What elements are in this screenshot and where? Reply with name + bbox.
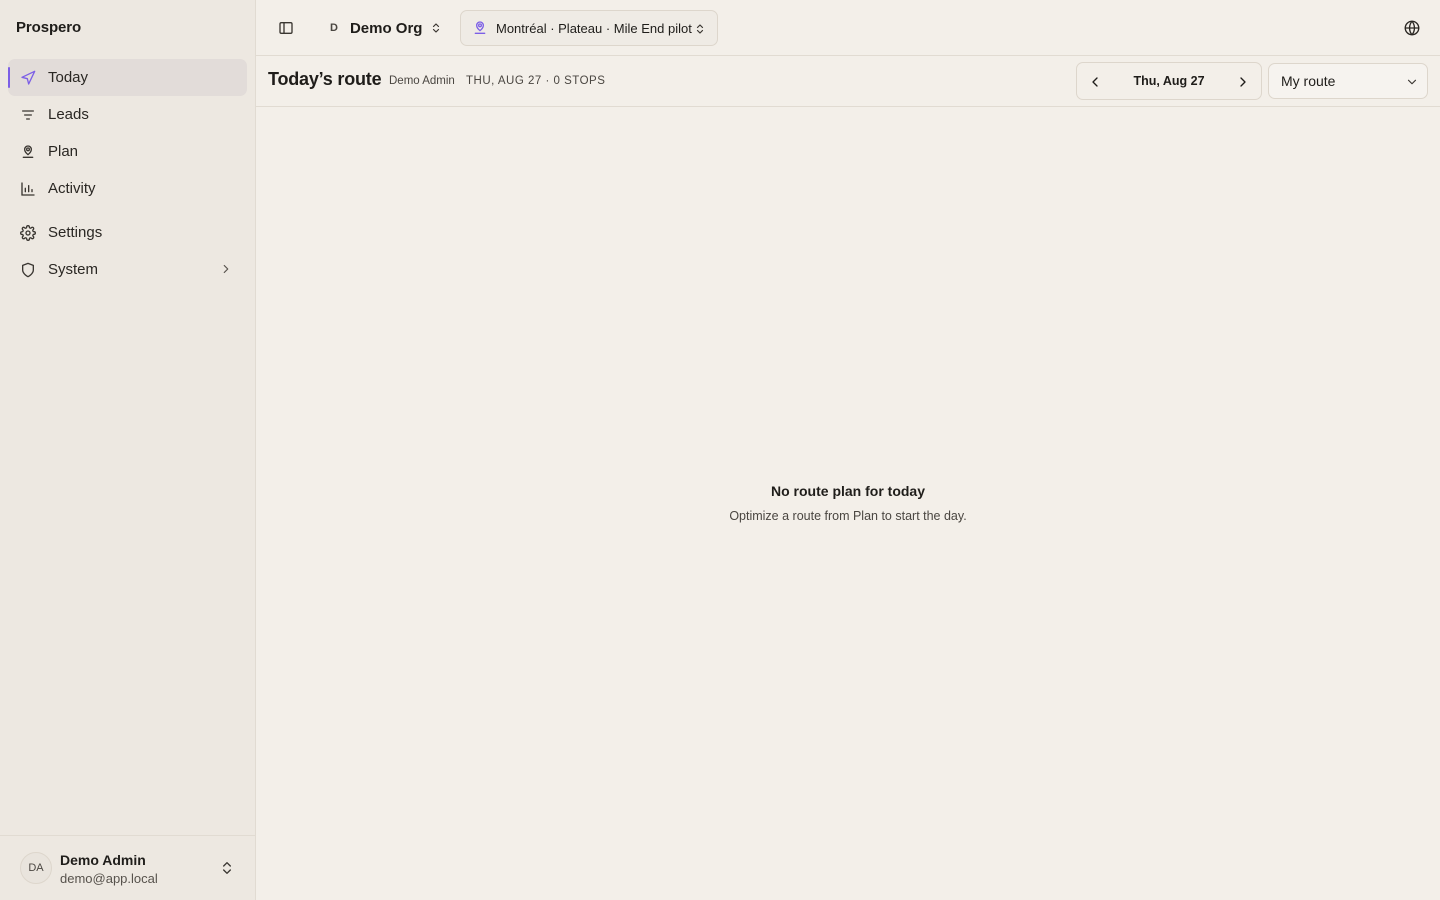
map-pin-user-icon	[20, 144, 36, 160]
sidebar-item-label: Activity	[48, 180, 96, 197]
current-date[interactable]: Thu, Aug 27	[1077, 74, 1261, 88]
app-brand: Prospero	[16, 19, 82, 36]
empty-state-subtitle: Optimize a route from Plan to start the …	[729, 509, 967, 523]
route-select-value: My route	[1281, 73, 1336, 89]
sidebar-item-label: Leads	[48, 106, 89, 123]
shield-icon	[20, 262, 36, 278]
chevrons-up-down-icon[interactable]	[219, 860, 235, 876]
avatar: DA	[20, 852, 52, 884]
user-name: Demo Admin	[60, 852, 146, 868]
sidebar-toggle-icon[interactable]	[277, 19, 295, 37]
route-owner: Demo Admin	[389, 75, 455, 87]
territory-selector[interactable]: Montréal · Plateau · Mile End pilot	[460, 10, 718, 46]
chevron-right-icon	[219, 262, 233, 276]
empty-state: No route plan for today Optimize a route…	[256, 483, 1440, 523]
sidebar: Prospero Today Leads Plan Activity Setti…	[0, 0, 256, 900]
sidebar-nav: Today Leads Plan Activity Settings Syste…	[8, 59, 247, 288]
sidebar-item-today[interactable]: Today	[8, 59, 247, 96]
chevron-right-icon[interactable]	[1235, 74, 1251, 90]
org-initial: D	[330, 22, 338, 34]
chevrons-up-down-icon	[694, 22, 706, 36]
gear-icon	[20, 224, 36, 241]
filter-lines-icon	[20, 107, 36, 123]
sidebar-item-label: Today	[48, 69, 89, 86]
navigation-icon	[20, 70, 36, 86]
bar-chart-icon	[20, 181, 36, 197]
page-header: Today’s route Demo Admin THU, AUG 27 · 0…	[256, 56, 1440, 107]
chevrons-up-down-icon	[430, 21, 442, 35]
sidebar-item-label: Plan	[48, 143, 79, 160]
sidebar-item-settings[interactable]: Settings	[8, 214, 247, 251]
top-bar: D Demo Org Montréal · Plateau · Mile End…	[256, 0, 1440, 56]
map-pin-user-icon	[472, 20, 488, 36]
sidebar-item-leads[interactable]: Leads	[8, 96, 247, 133]
sidebar-item-activity[interactable]: Activity	[8, 170, 247, 207]
route-meta: THU, AUG 27 · 0 STOPS	[466, 75, 606, 87]
sidebar-item-label: Settings	[48, 224, 103, 241]
org-name: Demo Org	[349, 19, 423, 37]
user-email: demo@app.local	[60, 871, 158, 886]
sidebar-item-system[interactable]: System	[8, 251, 247, 288]
globe-icon[interactable]	[1403, 19, 1421, 37]
chevron-down-icon	[1405, 75, 1419, 89]
sidebar-item-label: System	[48, 261, 99, 278]
route-select[interactable]: My route	[1268, 63, 1428, 99]
page-title: Today’s route	[268, 69, 382, 89]
org-switcher[interactable]: D Demo Org	[330, 16, 442, 40]
user-menu[interactable]: DA Demo Admin demo@app.local	[0, 835, 255, 900]
date-navigator: Thu, Aug 27	[1076, 62, 1262, 100]
sidebar-item-plan[interactable]: Plan	[8, 133, 247, 170]
empty-state-title: No route plan for today	[771, 483, 925, 499]
territory-label: Montréal · Plateau · Mile End pilot	[496, 20, 692, 36]
